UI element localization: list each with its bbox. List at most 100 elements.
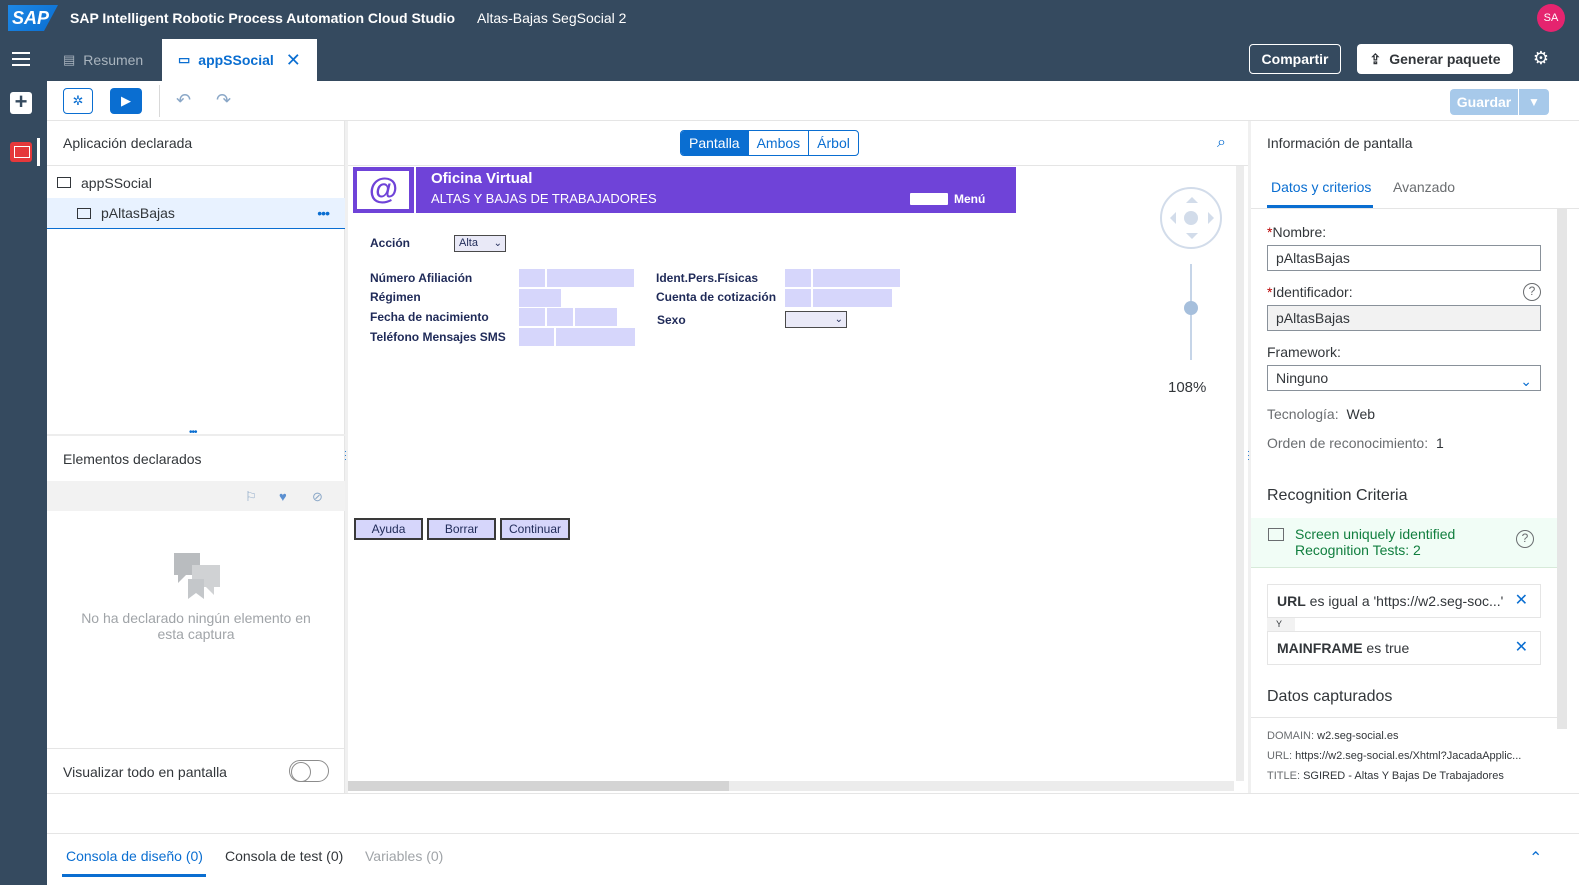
- document-icon: ▤: [63, 52, 76, 67]
- fecha-year-field[interactable]: [575, 308, 617, 326]
- bug-icon: ✲: [72, 93, 84, 108]
- redo-icon[interactable]: ↷: [216, 90, 231, 111]
- flag-icon[interactable]: ⚐: [245, 489, 257, 505]
- tab-resumen[interactable]: ▤ Resumen: [47, 39, 159, 81]
- tab-test-console[interactable]: Consola de test (0): [225, 848, 343, 864]
- telefono-prefix-field[interactable]: [519, 328, 554, 346]
- capture-title: Oficina Virtual: [431, 170, 533, 187]
- telefono-field[interactable]: [556, 328, 635, 346]
- zoom-slider-handle[interactable]: [1184, 301, 1198, 315]
- captured-url: URL: https://w2.seg-social.es/Xhtml?Jaca…: [1267, 750, 1522, 762]
- capture-menu[interactable]: Menú: [910, 192, 985, 206]
- save-button[interactable]: Guardar: [1450, 89, 1518, 115]
- tree-item-screen[interactable]: pAltasBajas •••: [47, 198, 345, 229]
- close-icon[interactable]: ✕: [286, 50, 301, 71]
- captured-data-title: Datos capturados: [1267, 688, 1393, 705]
- undo-icon[interactable]: ↶: [176, 90, 191, 111]
- tree-item-application[interactable]: appSSocial: [47, 167, 345, 198]
- continuar-button[interactable]: Continuar: [500, 518, 570, 540]
- orden-row: Orden de reconocimiento: 1: [1267, 435, 1444, 451]
- pan-down-icon[interactable]: [1186, 233, 1198, 245]
- sexo-select[interactable]: ⌄: [785, 311, 847, 328]
- active-tab-indicator: [62, 874, 206, 877]
- run-button[interactable]: ▶: [110, 88, 142, 114]
- tab-appssocial[interactable]: ▭ appSSocial ✕: [162, 39, 317, 81]
- add-icon[interactable]: +: [10, 91, 32, 114]
- chevron-up-icon[interactable]: ⌃: [1529, 848, 1542, 868]
- horizontal-scrollbar-thumb[interactable]: [348, 781, 729, 791]
- close-icon[interactable]: ✕: [1515, 632, 1528, 664]
- divider: [47, 748, 345, 749]
- vertical-scrollbar[interactable]: [1557, 209, 1567, 729]
- rail-active-indicator: [37, 138, 40, 166]
- criterion-url[interactable]: URL es igual a 'https://w2.seg-soc...' ✕: [1267, 584, 1541, 618]
- pan-control[interactable]: [1160, 187, 1222, 249]
- gear-icon[interactable]: ⚙: [1531, 48, 1551, 68]
- criterion-mainframe[interactable]: MAINFRAME es true ✕: [1267, 631, 1541, 665]
- orden-value: 1: [1435, 435, 1444, 451]
- splitter-handle-icon[interactable]: •••: [189, 427, 197, 438]
- help-icon[interactable]: ?: [1516, 530, 1534, 548]
- capture-subtitle: ALTAS Y BAJAS DE TRABAJADORES: [431, 191, 657, 206]
- accion-select[interactable]: Alta ⌄: [454, 235, 506, 252]
- chevron-down-icon: ▼: [1528, 95, 1540, 109]
- accion-label: Acción: [370, 236, 411, 250]
- more-options-icon[interactable]: •••: [317, 205, 330, 221]
- nombre-input[interactable]: pAltasBajas: [1267, 245, 1541, 271]
- capture-banner: @ Oficina Virtual ALTAS Y BAJAS DE TRABA…: [353, 167, 1016, 213]
- recognition-criteria-title: Recognition Criteria: [1267, 487, 1408, 504]
- tab-avanzado[interactable]: Avanzado: [1393, 179, 1455, 195]
- pan-up-icon[interactable]: [1186, 191, 1198, 203]
- pan-left-icon[interactable]: [1164, 212, 1176, 224]
- show-all-toggle[interactable]: [289, 760, 329, 782]
- share-button[interactable]: Compartir: [1249, 44, 1341, 74]
- vertical-scrollbar[interactable]: [1236, 166, 1244, 781]
- show-all-label: Visualizar todo en pantalla: [63, 764, 227, 780]
- afiliacion-field-1[interactable]: [519, 269, 545, 287]
- pan-right-icon[interactable]: [1208, 212, 1220, 224]
- afiliacion-field-2[interactable]: [547, 269, 634, 287]
- heart-icon[interactable]: ♥: [279, 489, 287, 504]
- avatar[interactable]: SA: [1537, 4, 1565, 32]
- view-mode-ambos[interactable]: Ambos: [749, 131, 810, 155]
- menu-icon[interactable]: [12, 52, 30, 66]
- captured-screen: @ Oficina Virtual ALTAS Y BAJAS DE TRABA…: [353, 166, 1238, 781]
- sexo-label: Sexo: [657, 313, 686, 327]
- identificador-input[interactable]: pAltasBajas: [1267, 305, 1541, 331]
- fecha-month-field[interactable]: [547, 308, 573, 326]
- view-mode-arbol[interactable]: Árbol: [809, 131, 858, 155]
- orden-label: Orden de reconocimiento:: [1267, 435, 1429, 451]
- declared-elements-title: Elementos declarados: [63, 451, 202, 467]
- screen-capture-icon[interactable]: [10, 142, 32, 162]
- tab-datos-criterios[interactable]: Datos y criterios: [1271, 179, 1371, 195]
- editor-toolbar: ✲ ▶ ↶ ↷ Guardar ▼: [47, 81, 1579, 121]
- borrar-button[interactable]: Borrar: [427, 518, 496, 540]
- left-panel: Aplicación declarada appSSocial pAltasBa…: [47, 121, 345, 793]
- play-icon: ▶: [121, 93, 131, 108]
- monitor-icon: [57, 177, 71, 188]
- tab-variables[interactable]: Variables (0): [365, 848, 443, 864]
- declared-app-title: Aplicación declarada: [63, 135, 193, 151]
- framework-select[interactable]: Ninguno ⌄: [1267, 365, 1541, 391]
- regimen-field[interactable]: [519, 289, 561, 307]
- ayuda-button[interactable]: Ayuda: [354, 518, 423, 540]
- cuenta-field-2[interactable]: [813, 289, 892, 307]
- generate-package-button[interactable]: ⇪ Generar paquete: [1357, 44, 1513, 74]
- unlink-icon[interactable]: ⊘: [312, 489, 323, 505]
- pan-center-icon[interactable]: [1184, 211, 1198, 225]
- fecha-day-field[interactable]: [519, 308, 545, 326]
- search-icon[interactable]: ⌕: [1217, 134, 1226, 152]
- screen-info-title: Información de pantalla: [1267, 135, 1413, 151]
- ident-field-1[interactable]: [785, 269, 811, 287]
- cuenta-field-1[interactable]: [785, 289, 811, 307]
- close-icon[interactable]: ✕: [1515, 585, 1528, 617]
- help-icon[interactable]: ?: [1523, 283, 1541, 301]
- tree-item-label: pAltasBajas: [101, 205, 175, 221]
- debug-button[interactable]: ✲: [63, 88, 93, 114]
- save-menu-button[interactable]: ▼: [1519, 89, 1549, 115]
- capture-logo: @: [355, 169, 411, 211]
- ident-field-2[interactable]: [813, 269, 900, 287]
- view-mode-selector: Pantalla Ambos Árbol: [680, 130, 859, 156]
- view-mode-pantalla[interactable]: Pantalla: [681, 131, 749, 155]
- tab-design-console[interactable]: Consola de diseño (0): [66, 848, 203, 864]
